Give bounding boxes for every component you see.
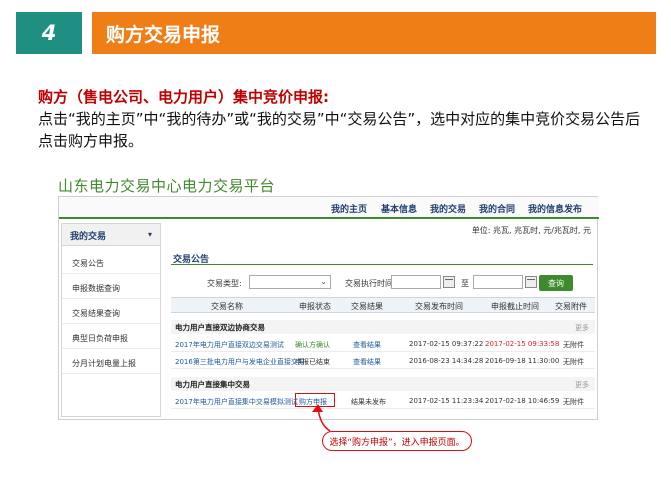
trade-name-link[interactable]: 2017年电力用户直接集中交易模拟测试 bbox=[175, 397, 298, 407]
attachment: 无附件 bbox=[563, 398, 584, 406]
col-status: 申报状态 bbox=[299, 302, 331, 311]
group-title: 电力用户直接集中交易 bbox=[175, 380, 250, 389]
status-link[interactable]: 确认方确认 bbox=[295, 340, 330, 350]
sidebar: 我的交易 ▾ 交易公告 申报数据查询 交易结果查询 典型日负荷申报 分月计划电量… bbox=[61, 223, 161, 417]
sidebar-item-notice[interactable]: 交易公告 bbox=[62, 252, 160, 274]
sidebar-item-label: 申报数据查询 bbox=[72, 284, 120, 293]
sidebar-item-monthly-plan[interactable]: 分月计划电量上报 bbox=[62, 352, 160, 374]
publish-time: 2017-02-15 09:37:22 bbox=[409, 340, 484, 348]
callout-note: 选择“购方申报”，进入申报页面。 bbox=[322, 431, 472, 451]
group-title: 电力用户直接双边协商交易 bbox=[175, 323, 265, 332]
exec-time-label: 交易执行时间: bbox=[345, 279, 396, 288]
trade-name-link[interactable]: 2017年电力用户直接双边交易测试 bbox=[175, 340, 284, 350]
table-row: 2017年电力用户直接双边交易测试 确认方确认 查看结果 2017-02-15 … bbox=[171, 336, 595, 352]
chevron-down-icon: ⌄ bbox=[320, 277, 327, 286]
chevron-down-icon: ▾ bbox=[147, 230, 152, 239]
sidebar-heading-label: 我的交易 bbox=[70, 232, 107, 242]
platform-screenshot: 我的主页 基本信息 我的交易 我的合同 我的信息发布 单位: 兆瓦, 兆瓦时, … bbox=[58, 196, 599, 420]
attachment: 无附件 bbox=[563, 341, 584, 349]
deadline: 2017-02-15 09:33:58 bbox=[485, 340, 560, 348]
nav-my-contracts[interactable]: 我的合同 bbox=[479, 202, 515, 215]
attachment: 无附件 bbox=[563, 358, 584, 366]
trade-name-link[interactable]: 2016第三批电力用户与发电企业直接交易 bbox=[175, 357, 305, 367]
highlight-box bbox=[295, 393, 335, 407]
more-link[interactable]: 更多 bbox=[575, 380, 589, 390]
sidebar-item-result-query[interactable]: 交易结果查询 bbox=[62, 302, 160, 324]
nav-my-publications[interactable]: 我的信息发布 bbox=[528, 202, 582, 215]
col-name: 交易名称 bbox=[211, 302, 243, 311]
deadline: 2017-02-18 10:46:59 bbox=[485, 397, 560, 405]
start-date-input[interactable] bbox=[391, 275, 441, 289]
sidebar-item-label: 交易公告 bbox=[72, 259, 104, 268]
sidebar-item-load-report[interactable]: 典型日负荷申报 bbox=[62, 327, 160, 349]
trade-type-label: 交易类型: bbox=[207, 279, 242, 288]
table-row: 2016第三批电力用户与发电企业直接交易 申报已结束 查看结果 2016-08-… bbox=[171, 353, 595, 369]
section-number: 4 bbox=[16, 12, 82, 54]
end-date-input[interactable] bbox=[473, 275, 523, 289]
section-title: 购方交易申报 bbox=[92, 12, 656, 54]
result-text: 结果未发布 bbox=[351, 398, 386, 406]
lead-body: 点击“我的主页”中“我的待办”或“我的交易”中“交易公告”，选中对应的集中竞价交… bbox=[38, 110, 641, 150]
lead-text: 购方（售电公司、电力用户）集中竞价申报: 点击“我的主页”中“我的待办”或“我的… bbox=[38, 86, 648, 152]
table-header: 交易名称 申报状态 交易结果 交易发布时间 申报截止时间 交易附件 bbox=[171, 297, 595, 313]
sidebar-item-label: 交易结果查询 bbox=[72, 309, 120, 318]
lead-heading: 购方（售电公司、电力用户）集中竞价申报: bbox=[38, 88, 330, 106]
status-text: 申报已结束 bbox=[295, 358, 330, 366]
unit-text: 单位: 兆瓦, 兆瓦时, 元/兆瓦时, 元 bbox=[471, 226, 591, 235]
sidebar-heading[interactable]: 我的交易 ▾ bbox=[62, 224, 160, 246]
sidebar-item-label: 分月计划电量上报 bbox=[72, 359, 136, 368]
top-nav: 我的主页 基本信息 我的交易 我的合同 我的信息发布 bbox=[59, 197, 599, 219]
sidebar-item-label: 典型日负荷申报 bbox=[72, 334, 128, 343]
result-link[interactable]: 查看结果 bbox=[353, 340, 381, 350]
nav-my-home[interactable]: 我的主页 bbox=[331, 202, 367, 215]
result-link[interactable]: 查看结果 bbox=[353, 357, 381, 367]
sidebar-item-bid-query[interactable]: 申报数据查询 bbox=[62, 277, 160, 299]
deadline: 2016-09-18 11:30:00 bbox=[485, 357, 560, 365]
calendar-icon[interactable] bbox=[443, 276, 455, 288]
search-button[interactable]: 查询 bbox=[539, 275, 573, 291]
calendar-icon[interactable] bbox=[525, 276, 537, 288]
to-label: 至 bbox=[461, 279, 469, 288]
col-attachment: 交易附件 bbox=[555, 302, 587, 311]
publish-time: 2017-02-15 11:23:34 bbox=[409, 397, 484, 405]
trade-type-select[interactable]: ⌄ bbox=[249, 275, 331, 289]
nav-my-trades[interactable]: 我的交易 bbox=[430, 202, 466, 215]
platform-title: 山东电力交易中心电力交易平台 bbox=[58, 177, 276, 195]
table-row: 2017年电力用户直接集中交易模拟测试 购方申报 结果未发布 2017-02-1… bbox=[171, 393, 595, 409]
group-bilateral: 电力用户直接双边协商交易 更多 bbox=[171, 320, 595, 334]
col-result: 交易结果 bbox=[351, 302, 383, 311]
group-centralized: 电力用户直接集中交易 更多 bbox=[171, 377, 595, 391]
publish-time: 2016-08-23 14:34:28 bbox=[409, 357, 484, 365]
divider bbox=[171, 264, 593, 265]
col-deadline: 申报截止时间 bbox=[491, 302, 539, 311]
more-link[interactable]: 更多 bbox=[575, 323, 589, 333]
nav-basic-info[interactable]: 基本信息 bbox=[381, 202, 417, 215]
col-publish-time: 交易发布时间 bbox=[415, 302, 463, 311]
